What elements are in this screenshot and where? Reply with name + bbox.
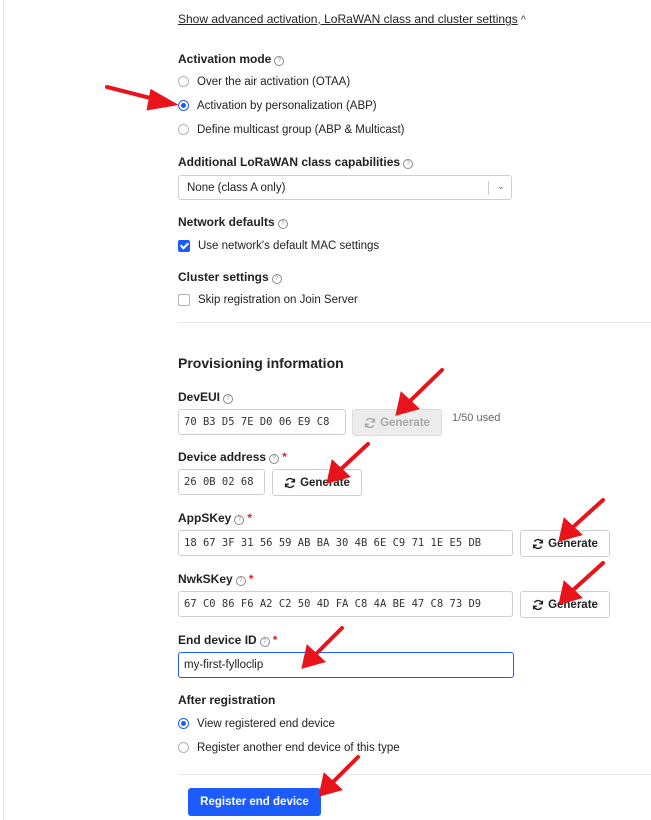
arrow-deveui-generate <box>407 368 444 404</box>
arrow-nwkskey-generate <box>570 561 605 593</box>
arrowhead <box>146 88 179 111</box>
arrow-address-generate <box>338 442 370 472</box>
arrow-appskey-generate <box>570 498 605 530</box>
arrow-end-device-id <box>313 626 344 657</box>
annotation-arrows <box>105 85 605 797</box>
arrow-register-button <box>330 755 360 785</box>
